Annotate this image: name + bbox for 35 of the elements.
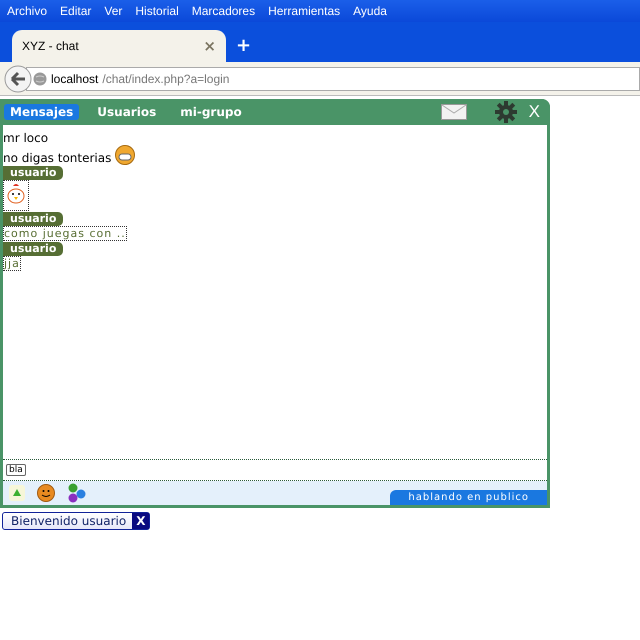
speech-tag: bla xyxy=(6,464,26,476)
menu-item[interactable]: Editar xyxy=(55,4,96,18)
back-icon[interactable] xyxy=(4,64,32,92)
chat-tab[interactable]: mi-grupo xyxy=(174,104,248,120)
chat-tab[interactable]: Usuarios xyxy=(91,104,162,120)
menu-item[interactable]: Historial xyxy=(130,4,184,18)
close-button[interactable]: X xyxy=(528,102,540,122)
chat-tab[interactable]: Mensajes xyxy=(4,104,80,120)
menu-item[interactable]: Ayuda xyxy=(348,4,392,18)
menu-item[interactable]: Archivo xyxy=(2,4,52,18)
browser-tab[interactable]: XYZ - chat × xyxy=(12,30,226,62)
author-label: usuario xyxy=(3,166,64,180)
menu-item[interactable]: Marcadores xyxy=(186,4,260,18)
smiley-icon[interactable] xyxy=(37,484,55,502)
welcome-text: Bienvenido usuario xyxy=(11,514,126,528)
author-label: usuario xyxy=(3,242,64,256)
address-field[interactable]: localhost /chat/index.php?a=login xyxy=(26,66,640,90)
settings-icon[interactable] xyxy=(494,101,517,123)
close-tab-button[interactable]: × xyxy=(203,37,216,55)
menu-item[interactable]: Ver xyxy=(99,4,128,18)
status-tab[interactable]: hablando en publico xyxy=(390,490,547,505)
message-text: jja xyxy=(3,256,21,271)
color-dots-icon[interactable] xyxy=(67,483,87,503)
chicken-icon xyxy=(6,183,26,205)
message-input[interactable]: bla xyxy=(3,459,547,481)
tab-title: XYZ - chat xyxy=(22,39,79,53)
new-tab-button[interactable]: + xyxy=(236,35,252,56)
globe-icon xyxy=(33,72,47,86)
message-text: como juegas con .. xyxy=(3,226,127,241)
close-button[interactable]: X xyxy=(132,513,150,529)
envelope-icon[interactable] xyxy=(440,104,467,120)
message-text: mr loco xyxy=(3,131,48,145)
message-text: no digas tonterias xyxy=(3,151,112,165)
menu-item[interactable]: Herramientas xyxy=(263,4,346,18)
author-label: usuario xyxy=(3,212,64,226)
